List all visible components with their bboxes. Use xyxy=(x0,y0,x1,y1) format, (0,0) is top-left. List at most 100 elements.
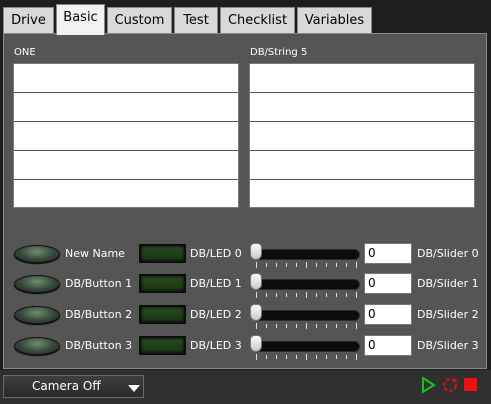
slider-track[interactable] xyxy=(254,341,360,352)
control-row-2: DB/Button 2 DB/LED 2 0 DB/Slider 2 xyxy=(4,304,488,329)
db-button-3[interactable] xyxy=(14,337,60,355)
slider-label: DB/Slider 3 xyxy=(417,339,479,352)
tab-variables[interactable]: Variables xyxy=(297,7,372,34)
slider-tick xyxy=(316,263,317,267)
list-label-one: ONE xyxy=(14,47,36,58)
tab-panel-basic: ONE DB/String 5 New Name DB/LED 0 0 DB/S… xyxy=(3,33,487,369)
slider-ticks xyxy=(256,262,357,268)
slider-thumb[interactable] xyxy=(250,335,262,352)
tab-test[interactable]: Test xyxy=(174,7,218,34)
tab-checklist[interactable]: Checklist xyxy=(220,7,295,34)
slider-tick xyxy=(336,355,337,359)
led-indicator xyxy=(139,244,186,263)
led-label: DB/LED 2 xyxy=(190,308,242,321)
dropdown-arrow-icon xyxy=(128,385,140,392)
list-item[interactable] xyxy=(14,64,238,93)
button-label: DB/Button 3 xyxy=(65,339,133,352)
slider-tick xyxy=(306,292,307,298)
slider-track[interactable] xyxy=(254,249,360,260)
slider-tick xyxy=(336,324,337,328)
tab-basic[interactable]: Basic xyxy=(56,4,105,35)
list-label-string5: DB/String 5 xyxy=(250,47,308,58)
slider-tick xyxy=(306,323,307,329)
slider-track[interactable] xyxy=(254,310,360,321)
slider-tick xyxy=(346,263,347,267)
stop-icon[interactable] xyxy=(464,378,477,391)
led-label: DB/LED 3 xyxy=(190,339,242,352)
list-box-string5[interactable] xyxy=(249,63,475,208)
slider-tick xyxy=(306,354,307,360)
led-label: DB/LED 0 xyxy=(190,247,242,260)
run-continuously-icon[interactable] xyxy=(441,376,459,394)
button-label: DB/Button 1 xyxy=(65,277,133,290)
led-indicator xyxy=(139,336,186,355)
slider-value-field[interactable]: 0 xyxy=(364,243,412,264)
slider-track[interactable] xyxy=(254,279,360,290)
list-item[interactable] xyxy=(250,151,474,180)
slider-tick xyxy=(296,355,297,359)
slider-thumb[interactable] xyxy=(250,243,262,260)
slider-tick xyxy=(336,293,337,297)
camera-select-value: Camera Off xyxy=(32,379,101,393)
slider-tick xyxy=(336,263,337,267)
list-item[interactable] xyxy=(250,64,474,93)
list-item[interactable] xyxy=(250,180,474,209)
camera-select[interactable]: Camera Off xyxy=(3,375,144,398)
control-row-0: New Name DB/LED 0 0 DB/Slider 0 xyxy=(4,243,488,268)
new-name-button[interactable] xyxy=(14,245,60,263)
slider-tick xyxy=(346,293,347,297)
led-indicator xyxy=(139,305,186,324)
slider-tick xyxy=(356,354,357,360)
slider-tick xyxy=(296,263,297,267)
slider-tick xyxy=(326,293,327,297)
list-item[interactable] xyxy=(14,151,238,180)
slider-tick xyxy=(256,292,257,298)
slider-thumb[interactable] xyxy=(250,304,262,321)
tab-drive[interactable]: Drive xyxy=(3,7,54,34)
slider-tick xyxy=(356,292,357,298)
slider-tick xyxy=(296,293,297,297)
db-button-1[interactable] xyxy=(14,275,60,293)
slider-tick xyxy=(316,324,317,328)
slider-tick xyxy=(266,355,267,359)
button-label: New Name xyxy=(65,247,125,260)
list-item[interactable] xyxy=(14,180,238,209)
slider-tick xyxy=(256,262,257,268)
db-button-2[interactable] xyxy=(14,306,60,324)
list-item[interactable] xyxy=(250,93,474,122)
tab-bar: Drive Basic Custom Test Checklist Variab… xyxy=(3,4,487,35)
slider-value-field[interactable]: 0 xyxy=(364,273,412,294)
slider-tick xyxy=(276,263,277,267)
slider-label: DB/Slider 0 xyxy=(417,247,479,260)
slider-tick xyxy=(276,293,277,297)
tab-custom[interactable]: Custom xyxy=(107,7,172,34)
slider-value-field[interactable]: 0 xyxy=(364,304,412,325)
led-label: DB/LED 1 xyxy=(190,277,242,290)
slider-tick xyxy=(286,355,287,359)
slider-tick xyxy=(316,293,317,297)
list-item[interactable] xyxy=(14,93,238,122)
slider-tick xyxy=(326,324,327,328)
slider-thumb[interactable] xyxy=(250,273,262,290)
slider-tick xyxy=(346,355,347,359)
slider-value-field[interactable]: 0 xyxy=(364,335,412,356)
control-row-1: DB/Button 1 DB/LED 1 0 DB/Slider 1 xyxy=(4,273,488,298)
slider-ticks xyxy=(256,354,357,360)
slider-tick xyxy=(266,263,267,267)
slider-tick xyxy=(286,263,287,267)
list-item[interactable] xyxy=(250,122,474,151)
slider-tick xyxy=(266,293,267,297)
slider-tick xyxy=(346,324,347,328)
slider-tick xyxy=(276,324,277,328)
slider-tick xyxy=(356,262,357,268)
button-label: DB/Button 2 xyxy=(65,308,133,321)
slider-tick xyxy=(256,354,257,360)
list-item[interactable] xyxy=(14,122,238,151)
slider-tick xyxy=(286,293,287,297)
slider-tick xyxy=(326,355,327,359)
slider-tick xyxy=(326,263,327,267)
list-box-one[interactable] xyxy=(13,63,239,208)
run-arrow-icon[interactable] xyxy=(421,377,436,393)
slider-tick xyxy=(356,323,357,329)
slider-tick xyxy=(266,324,267,328)
